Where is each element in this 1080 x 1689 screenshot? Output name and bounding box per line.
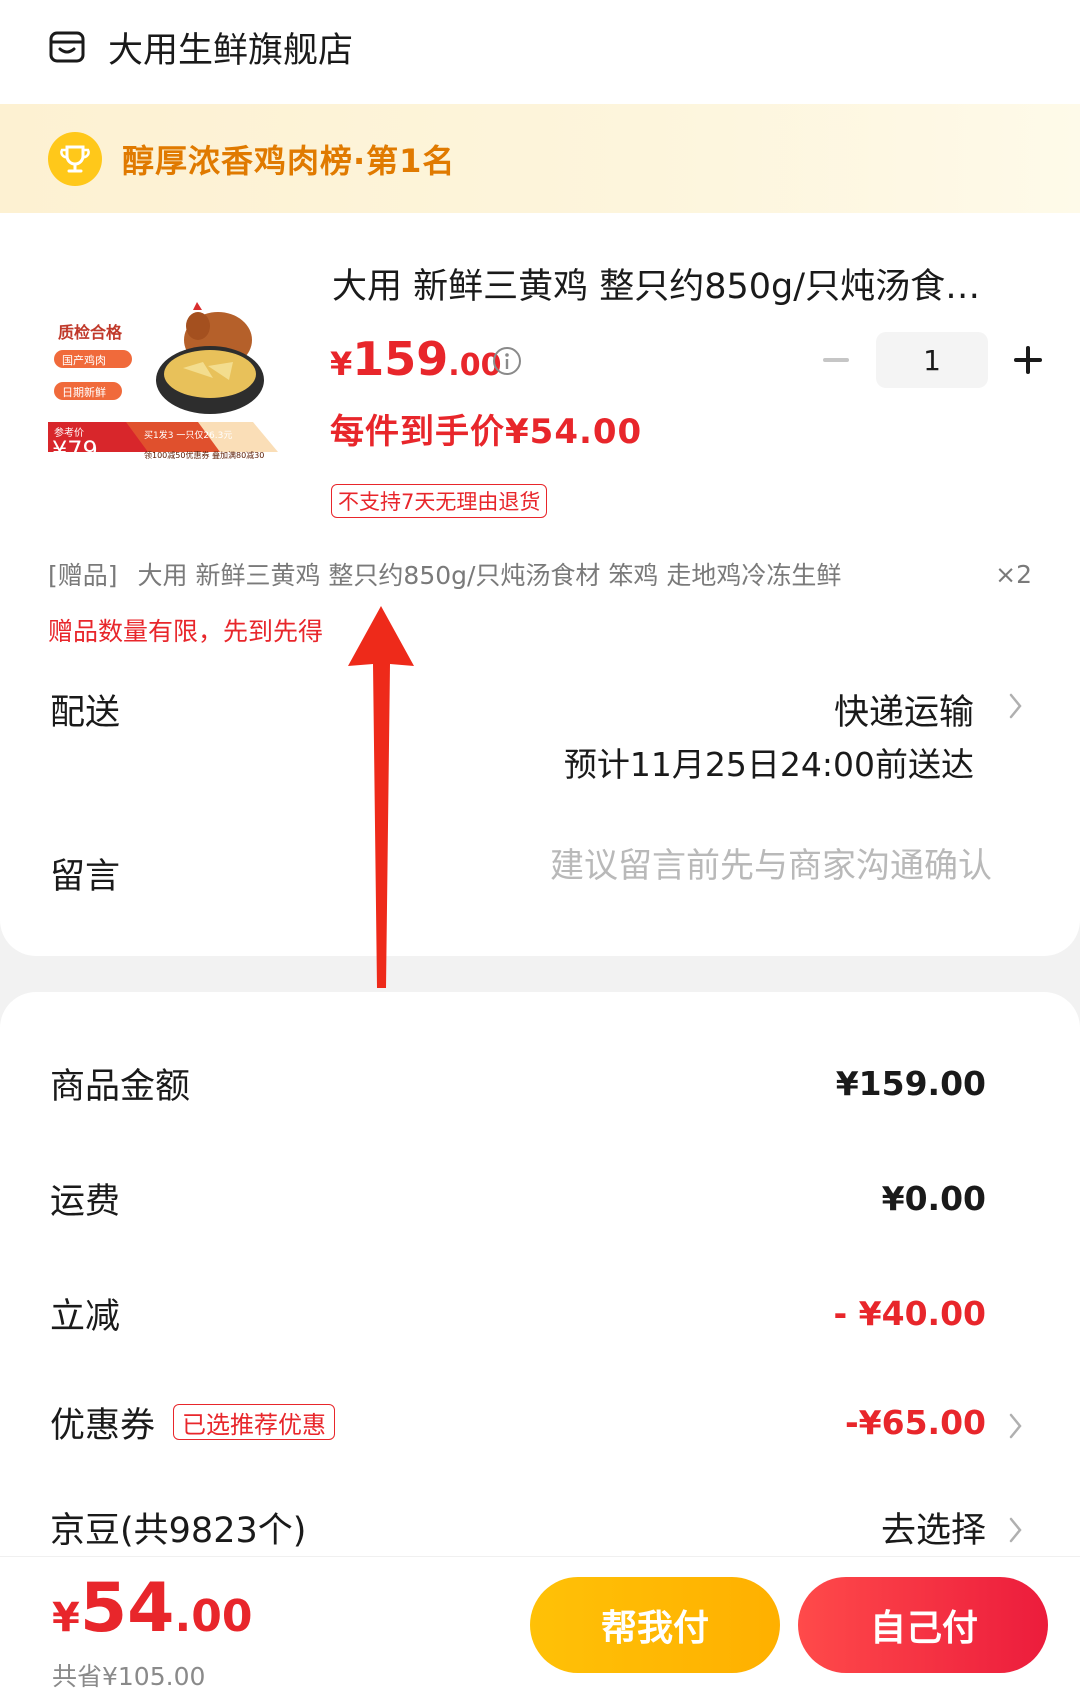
message-input[interactable] [472,846,992,886]
image-badge-origin: 国产鸡肉 [62,353,106,367]
store-name: 大用生鲜旗舰店 [108,30,354,71]
trophy-icon [48,131,102,186]
price-symbol: ¥ [330,345,353,383]
saved-amount: 共省¥105.00 [52,1662,206,1689]
coupon-label: 优惠券 [50,1405,156,1446]
total-symbol: ¥ [52,1595,80,1641]
message-label: 留言 [50,857,121,897]
checkout-bar: ¥ 54 .00 共省¥105.00 帮我付 自己付 [0,1556,1080,1689]
shipping-label: 运费 [50,1181,121,1222]
shipping-row: 运费 ¥0.00 [50,1173,986,1223]
total-integer: 54 [79,1569,175,1648]
image-promo-1: 买1发3 一只仅26.3元 [144,429,232,441]
jingdou-row[interactable]: 京豆(共9823个) 去选择 [50,1502,986,1552]
chevron-right-icon[interactable] [1008,1412,1024,1440]
decrease-button[interactable] [806,332,866,388]
image-ref-price: ¥79 [52,436,98,464]
gift-quantity: ×2 [995,559,1032,589]
product-image[interactable]: 质检合格 国产鸡肉 日期新鲜 参考价 ¥79 买1发3 一只仅26.3元 领10… [48,298,298,508]
jingdou-label: 京豆(共9823个) [50,1510,307,1551]
chevron-right-icon[interactable] [1008,692,1024,720]
goods-amount-label: 商品金额 [50,1066,191,1107]
store-header[interactable]: 大用生鲜旗舰店 [48,22,353,72]
discount-label: 立减 [50,1296,121,1337]
rank-text: 醇厚浓香鸡肉榜·第1名 [122,141,456,180]
product-price: ¥ 159 .00 [330,332,501,392]
total-decimal: .00 [174,1591,253,1642]
discount-row: 立减 - ¥40.00 [50,1288,986,1338]
coupon-row[interactable]: 优惠券 已选推荐优惠 -¥65.00 [50,1397,986,1447]
coupon-label-group: 优惠券 已选推荐优惠 [50,1397,336,1448]
delivery-label: 配送 [50,693,121,733]
store-icon [49,31,85,63]
minus-icon [823,358,849,362]
self-pay-button[interactable]: 自己付 [798,1577,1048,1673]
shipping-value: ¥0.00 [881,1178,986,1218]
goods-amount-value: ¥159.00 [835,1063,986,1103]
order-card: 大用生鲜旗舰店 醇厚浓香鸡肉榜·第1名 质检合格 国产鸡肉 日期新鲜 参考价 ¥… [0,0,1080,956]
chevron-right-icon[interactable] [1008,1516,1024,1544]
price-integer: 159 [352,332,449,386]
delivery-method[interactable]: 快递运输 [834,684,974,735]
image-badge-quality: 质检合格 [58,323,123,342]
goods-amount-row: 商品金额 ¥159.00 [50,1058,986,1108]
total-price: ¥ 54 .00 [52,1569,252,1648]
gift-row[interactable]: [赠品] 大用 新鲜三黄鸡 整只约850g/只炖汤食材 笨鸡 走地鸡冷冻生鲜 ×… [48,554,1032,594]
gift-note: 赠品数量有限，先到先得 [48,617,324,646]
increase-button[interactable] [998,332,1058,388]
annotation-arrow-icon [348,606,414,988]
delivery-eta: 预计11月25日24:00前送达 [563,745,974,784]
quantity-stepper: 1 [806,332,1058,388]
gift-tag: [赠品] [48,561,118,590]
image-badge-fresh: 日期新鲜 [62,385,106,399]
product-title[interactable]: 大用 新鲜三黄鸡 整只约850g/只炖汤食… [332,258,1012,309]
image-promo-2: 领100减50优惠券 叠加满80减30 [144,450,264,460]
coupon-badge: 已选推荐优惠 [173,1404,336,1440]
rank-banner[interactable]: 醇厚浓香鸡肉榜·第1名 [0,104,1080,213]
gift-name: 大用 新鲜三黄鸡 整只约850g/只炖汤食材 笨鸡 走地鸡冷冻生鲜 [137,561,842,590]
info-icon[interactable] [492,346,522,376]
quantity-value[interactable]: 1 [876,332,988,388]
jingdou-value: 去选择 [880,1510,986,1551]
help-pay-button[interactable]: 帮我付 [530,1577,780,1673]
return-policy-badge: 不支持7天无理由退货 [331,484,548,518]
unit-price: 每件到手价¥54.00 [330,412,643,452]
coupon-value: -¥65.00 [844,1402,986,1442]
discount-value: - ¥40.00 [833,1293,986,1333]
